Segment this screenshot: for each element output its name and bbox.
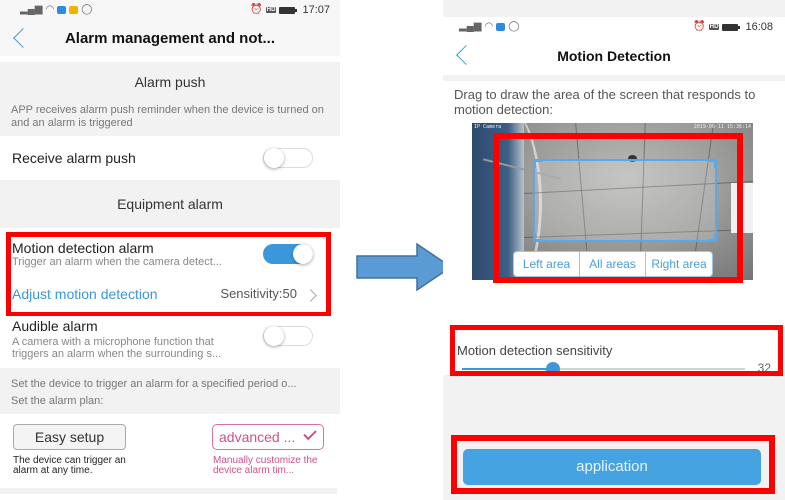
alarm-push-note: APP receives alarm push reminder when th… — [0, 102, 340, 136]
sensitivity-slider[interactable] — [462, 362, 745, 376]
alarm-plan-note-line1: Set the device to trigger an alarm for a… — [11, 378, 297, 390]
camera-label: IP Camera — [474, 124, 502, 130]
page-title: Motion Detection — [557, 48, 671, 64]
alarm-management-screen: ▂▄▆ ◠ ◯ ⏰ HD 17:07 Alarm management and … — [0, 0, 340, 500]
advanced-setup-label: advanced ... — [219, 429, 296, 445]
wifi-icon: ◠ — [484, 21, 494, 32]
area-segmented-control: Left area All areas Right area — [513, 251, 713, 277]
receive-alarm-push-label: Receive alarm push — [12, 150, 136, 166]
alarm-plan-note: Set the device to trigger an alarm for a… — [0, 368, 340, 414]
detection-area-panel: Drag to draw the area of the screen that… — [443, 81, 785, 327]
instruction-text: Drag to draw the area of the screen that… — [454, 87, 756, 117]
app-notification-icon — [496, 23, 506, 31]
sensitivity-value: 32 — [757, 361, 771, 375]
left-area-button[interactable]: Left area — [514, 252, 580, 276]
whatsapp-icon: ◯ — [81, 4, 93, 15]
status-time: 17:07 — [302, 4, 330, 16]
slider-thumb[interactable] — [545, 362, 560, 376]
toggle-knob — [293, 244, 313, 264]
comparison-stage: ▂▄▆ ◠ ◯ ⏰ HD 17:07 Alarm management and … — [0, 0, 785, 500]
app-notification-icon — [57, 6, 67, 14]
audible-alarm-subtitle: A camera with a microphone function that… — [12, 336, 222, 360]
checkmark-icon — [303, 426, 317, 441]
back-chevron-icon[interactable] — [10, 26, 30, 50]
easy-setup-button[interactable]: Easy setup — [13, 424, 126, 450]
alarm-plan-note-line2: Set the alarm plan: — [11, 395, 104, 407]
page-title: Alarm management and not... — [64, 29, 276, 47]
easy-setup-description: The device can trigger an alarm at any t… — [13, 455, 126, 476]
camera-timestamp: 2019-06-11 15:36:14 — [693, 124, 751, 130]
apply-button[interactable]: application — [463, 449, 761, 485]
messenger-icon — [69, 6, 79, 14]
battery-icon — [722, 23, 741, 31]
motion-detection-alarm-title: Motion detection alarm — [12, 240, 154, 256]
right-arrow-icon — [356, 242, 453, 292]
sensitivity-label: Motion detection sensitivity — [457, 343, 613, 358]
hd-icon: HD — [265, 7, 277, 13]
toggle-knob — [264, 326, 284, 346]
divider — [0, 488, 337, 494]
adjust-motion-detection-label: Adjust motion detection — [12, 286, 158, 302]
alarm-clock-icon: ⏰ — [693, 21, 706, 32]
toggle-knob — [264, 148, 284, 168]
signal-icon: ▂▄▆ — [20, 4, 43, 15]
resize-handle[interactable] — [533, 233, 542, 242]
alarm-clock-icon: ⏰ — [250, 4, 263, 15]
section-header-alarm-push: Alarm push — [0, 62, 340, 102]
slider-fill — [462, 368, 553, 370]
status-bar: ▂▄▆ ◠ ◯ ⏰ HD 17:07 — [0, 0, 340, 20]
nav-bar: Motion Detection — [443, 37, 785, 75]
receive-alarm-push-toggle[interactable] — [263, 148, 313, 168]
sensitivity-value: Sensitivity:50 — [220, 286, 297, 301]
status-time: 16:08 — [745, 21, 773, 33]
nav-bar: Alarm management and not... — [0, 20, 340, 56]
back-chevron-icon[interactable] — [453, 43, 473, 67]
advanced-setup-description: Manually customize the device alarm tim.… — [213, 455, 318, 476]
resize-handle[interactable] — [708, 233, 717, 242]
detection-area-selection[interactable] — [533, 159, 717, 242]
resize-handle[interactable] — [533, 159, 542, 168]
motion-detection-alarm-toggle[interactable] — [263, 244, 313, 264]
sensitivity-panel: Motion detection sensitivity 32 — [443, 323, 785, 376]
battery-icon — [279, 6, 298, 14]
receive-alarm-push-row: Receive alarm push — [0, 136, 340, 180]
audible-alarm-row: Audible alarm A camera with a microphone… — [0, 316, 340, 366]
motion-detection-alarm-block: Motion detection alarm Trigger an alarm … — [0, 228, 340, 317]
status-bar: ▂▄▆ ◠ ◯ ⏰ HD 16:08 — [443, 17, 785, 37]
resize-handle[interactable] — [708, 159, 717, 168]
right-area-button[interactable]: Right area — [646, 252, 712, 276]
whatsapp-icon: ◯ — [508, 21, 520, 32]
signal-icon: ▂▄▆ — [459, 21, 482, 32]
audible-alarm-title: Audible alarm — [12, 318, 98, 334]
audible-alarm-toggle[interactable] — [263, 326, 313, 346]
alarm-plan-options: Easy setup The device can trigger an ala… — [0, 414, 340, 484]
wifi-icon: ◠ — [45, 4, 55, 15]
chevron-right-icon — [304, 289, 317, 302]
advanced-setup-button[interactable]: advanced ... — [212, 424, 324, 450]
adjust-motion-detection-link[interactable]: Adjust motion detection Sensitivity:50 — [12, 286, 317, 310]
motion-detection-alarm-subtitle: Trigger an alarm when the camera detect.… — [12, 256, 222, 268]
section-header-equipment-alarm: Equipment alarm — [0, 180, 340, 228]
motion-detection-screen: ▂▄▆ ◠ ◯ ⏰ HD 16:08 Motion Detection Drag… — [443, 0, 785, 500]
hd-icon: HD — [708, 24, 720, 30]
all-areas-button[interactable]: All areas — [580, 252, 646, 276]
